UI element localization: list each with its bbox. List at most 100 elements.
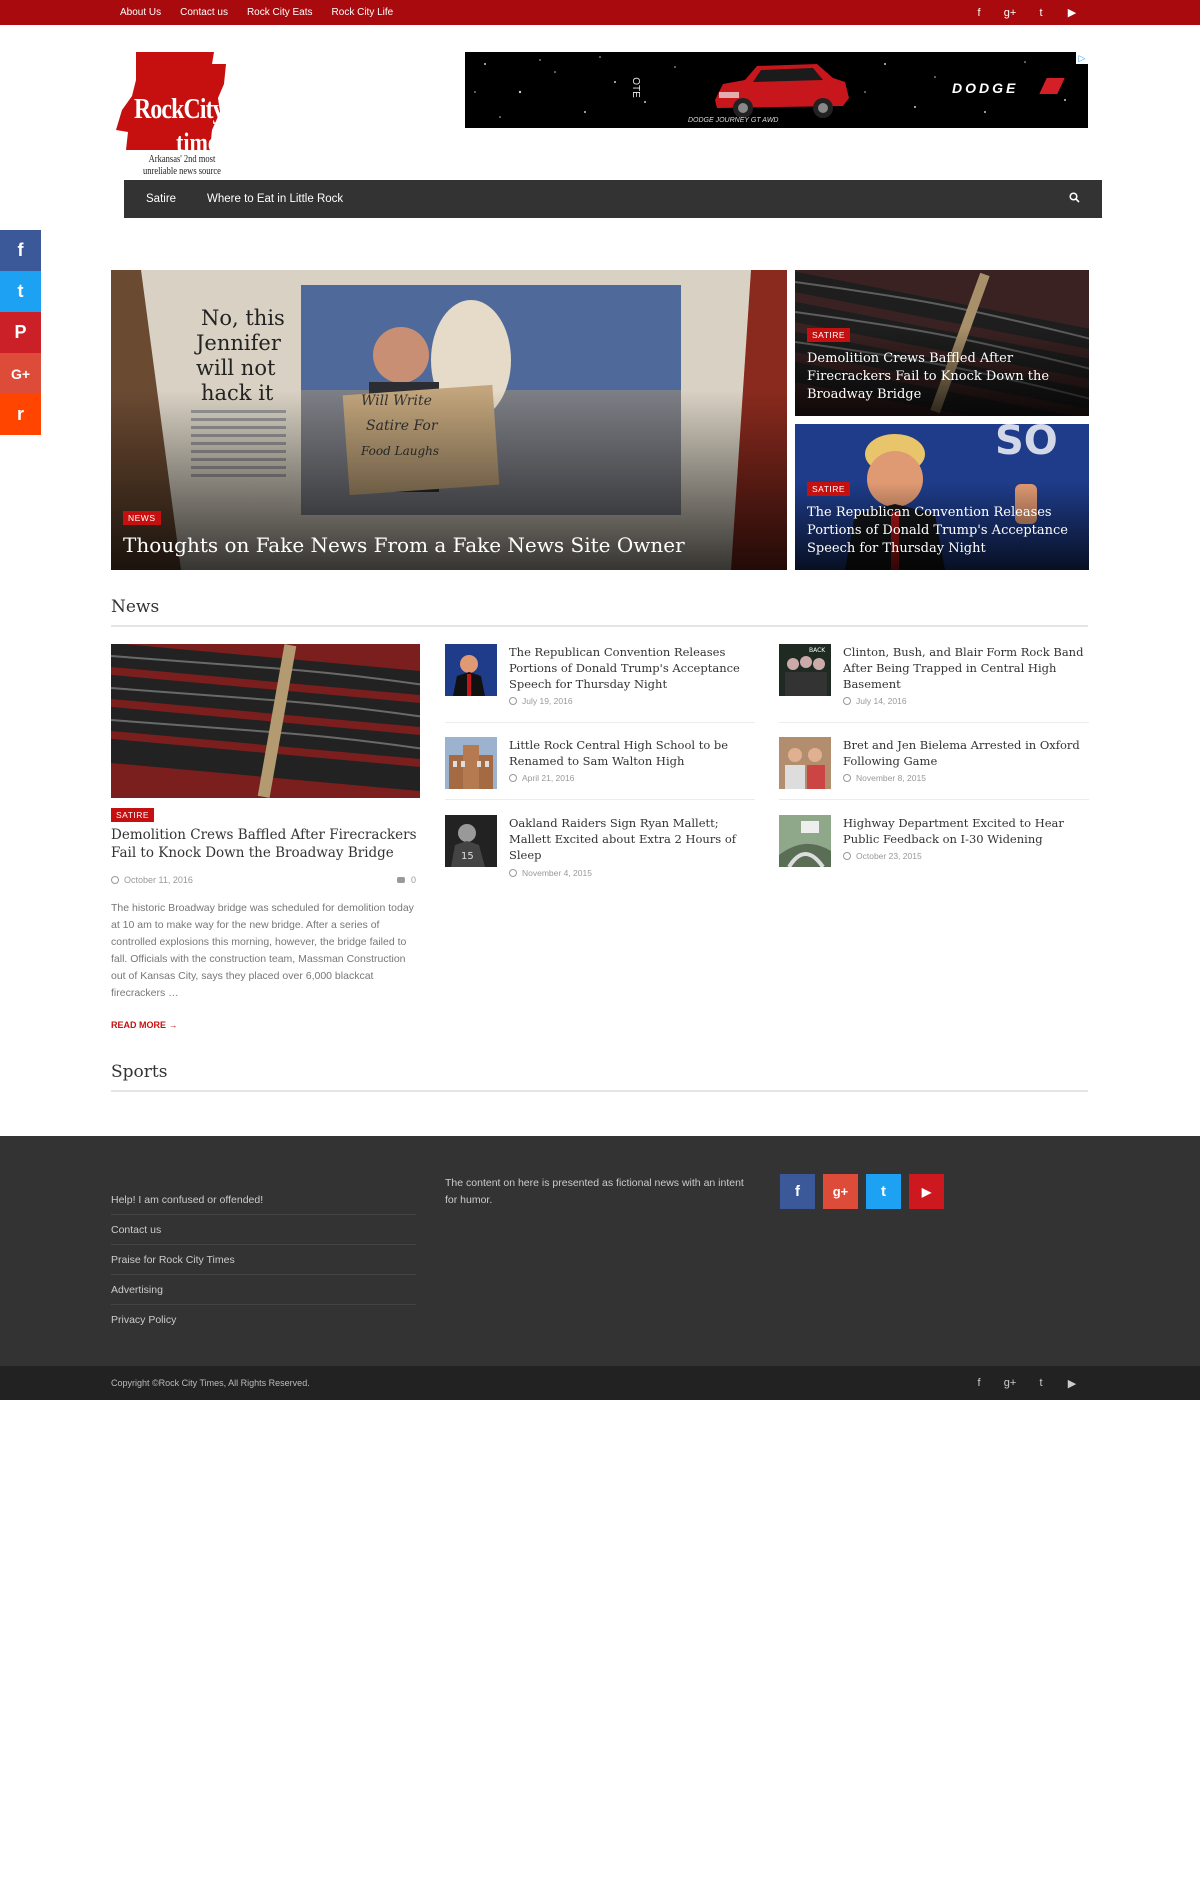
- top-link-rock-city-life[interactable]: Rock City Life: [332, 7, 394, 18]
- main-nav: Satire Where to Eat in Little Rock: [124, 180, 1102, 218]
- nav-item-satire[interactable]: Satire: [146, 180, 176, 218]
- bottom-bar: Copyright ©Rock City Times, All Rights R…: [0, 1366, 1200, 1400]
- list-item-date: April 21, 2016: [522, 773, 575, 783]
- list-item-title[interactable]: Bret and Jen Bielema Arrested in Oxford …: [843, 737, 1089, 769]
- list-item-date: July 14, 2016: [856, 696, 907, 706]
- logo-tagline: Arkansas' 2nd most unreliable news sourc…: [143, 154, 221, 177]
- list-item-title[interactable]: Clinton, Bush, and Blair Form Rock Band …: [843, 644, 1089, 692]
- svg-text:No, this: No, this: [201, 306, 285, 330]
- ad-side-text: OTE: [629, 77, 641, 98]
- footer-youtube-icon[interactable]: ▶: [909, 1174, 944, 1209]
- footer-google-plus-icon[interactable]: g+: [823, 1174, 858, 1209]
- thumbnail-image: 15: [445, 815, 497, 867]
- svg-text:15: 15: [461, 851, 474, 862]
- share-reddit-icon[interactable]: r: [0, 394, 41, 435]
- list-item-title[interactable]: Little Rock Central High School to be Re…: [509, 737, 755, 769]
- hero-side-2-caption: SATIRE The Republican Convention Release…: [807, 479, 1077, 558]
- hero-main-badge[interactable]: NEWS: [123, 511, 161, 525]
- site-logo[interactable]: RockCity times Arkansas' 2nd most unreli…: [114, 50, 234, 182]
- thumbnail-image: [445, 644, 497, 696]
- hero-side-2-title[interactable]: The Republican Convention Releases Porti…: [807, 504, 1077, 558]
- thumbnail-image: [445, 737, 497, 789]
- svg-text:BACK: BACK: [809, 647, 826, 654]
- clock-icon: [509, 774, 517, 782]
- hero-side-1-caption: SATIRE Demolition Crews Baffled After Fi…: [807, 325, 1077, 404]
- facebook-icon[interactable]: f: [972, 7, 986, 19]
- list-item-title[interactable]: The Republican Convention Releases Porti…: [509, 644, 755, 692]
- twitter-icon[interactable]: t: [1034, 7, 1048, 19]
- ad-model-text: DODGE JOURNEY GT AWD: [688, 117, 779, 124]
- footer-link-advertising[interactable]: Advertising: [111, 1284, 416, 1296]
- banner-ad[interactable]: OTE DODGE JOURNEY GT AWD DODGE ▷: [465, 52, 1088, 128]
- clock-icon: [509, 869, 517, 877]
- clock-icon: [509, 697, 517, 705]
- hero-main-title[interactable]: Thoughts on Fake News From a Fake News S…: [123, 532, 775, 558]
- share-pinterest-icon[interactable]: P: [0, 312, 41, 353]
- search-icon[interactable]: [1069, 192, 1080, 206]
- car-image: [715, 64, 849, 118]
- news-feature-image[interactable]: [111, 644, 420, 798]
- youtube-icon[interactable]: ▶: [1065, 1377, 1079, 1390]
- list-item-date: November 8, 2015: [856, 773, 926, 783]
- hero-side-1-badge[interactable]: SATIRE: [807, 328, 851, 342]
- hero-side-2[interactable]: SO SATIRE The Republican Convention Rele…: [795, 424, 1089, 570]
- list-item-title[interactable]: Oakland Raiders Sign Ryan Mallett; Malle…: [509, 815, 755, 863]
- news-section-heading[interactable]: News: [111, 597, 1088, 627]
- clock-icon: [111, 876, 119, 884]
- hero-side-2-badge[interactable]: SATIRE: [807, 482, 851, 496]
- thumbnail-image: BACK: [779, 644, 831, 696]
- clock-icon: [843, 852, 851, 860]
- comment-icon: [396, 877, 405, 883]
- ad-brand: DODGE: [952, 80, 1019, 96]
- top-bar: About Us Contact us Rock City Eats Rock …: [0, 0, 1200, 25]
- list-item-title[interactable]: Highway Department Excited to Hear Publi…: [843, 815, 1089, 847]
- hero-side-1-title[interactable]: Demolition Crews Baffled After Firecrack…: [807, 350, 1077, 404]
- footer-twitter-icon[interactable]: t: [866, 1174, 901, 1209]
- svg-text:Jennifer: Jennifer: [194, 331, 282, 355]
- thumbnail-image: [779, 815, 831, 867]
- read-more-link[interactable]: READ MORE →: [111, 1020, 178, 1030]
- footer-facebook-icon[interactable]: f: [780, 1174, 815, 1209]
- footer-about-text: The content on here is presented as fict…: [445, 1177, 744, 1206]
- hero-side-1[interactable]: SATIRE Demolition Crews Baffled After Fi…: [795, 270, 1089, 416]
- news-feature-title[interactable]: Demolition Crews Baffled After Firecrack…: [111, 826, 421, 862]
- svg-text:SO: SO: [995, 424, 1058, 464]
- list-item-date: July 19, 2016: [522, 696, 573, 706]
- news-feature-meta: October 11, 2016 0: [111, 875, 416, 885]
- clock-icon: [843, 774, 851, 782]
- facebook-icon[interactable]: f: [972, 1377, 986, 1389]
- youtube-icon[interactable]: ▶: [1065, 6, 1079, 19]
- share-facebook-icon[interactable]: f: [0, 230, 41, 271]
- hero-main[interactable]: Will Write Satire For Food Laughs No, th…: [111, 270, 787, 570]
- hero-main-caption: NEWS Thoughts on Fake News From a Fake N…: [123, 508, 775, 558]
- news-feature-comments[interactable]: 0: [396, 875, 416, 885]
- top-link-rock-city-eats[interactable]: Rock City Eats: [247, 7, 313, 18]
- nav-item-where-to-eat[interactable]: Where to Eat in Little Rock: [207, 180, 343, 218]
- clock-icon: [843, 697, 851, 705]
- top-link-about-us[interactable]: About Us: [120, 7, 161, 18]
- list-item-date: October 23, 2015: [856, 851, 922, 861]
- news-feature-excerpt: The historic Broadway bridge was schedul…: [111, 902, 414, 999]
- news-feature-badge[interactable]: SATIRE: [111, 805, 155, 823]
- top-links: About Us Contact us Rock City Eats Rock …: [120, 0, 393, 25]
- news-feature-date: October 11, 2016: [124, 875, 193, 885]
- bottom-social: f g+ t ▶: [972, 1366, 1079, 1400]
- footer-link-contact[interactable]: Contact us: [111, 1224, 416, 1236]
- google-plus-icon[interactable]: g+: [1003, 1377, 1017, 1389]
- logo-line-1: RockCity: [134, 94, 225, 125]
- share-bar: f t P G+ r: [0, 230, 41, 435]
- top-link-contact-us[interactable]: Contact us: [180, 7, 228, 18]
- footer-link-praise[interactable]: Praise for Rock City Times: [111, 1254, 416, 1266]
- svg-text:will not: will not: [196, 356, 276, 380]
- adchoices-icon[interactable]: ▷: [1076, 52, 1088, 64]
- footer-link-help[interactable]: Help! I am confused or offended!: [111, 1194, 416, 1206]
- footer-link-privacy[interactable]: Privacy Policy: [111, 1314, 416, 1326]
- share-twitter-icon[interactable]: t: [0, 271, 41, 312]
- sports-section-heading[interactable]: Sports: [111, 1062, 1088, 1092]
- google-plus-icon[interactable]: g+: [1003, 7, 1017, 19]
- share-google-plus-icon[interactable]: G+: [0, 353, 41, 394]
- footer: Help! I am confused or offended! Contact…: [0, 1136, 1200, 1366]
- twitter-icon[interactable]: t: [1034, 1377, 1048, 1389]
- top-social: f g+ t ▶: [972, 0, 1079, 25]
- copyright-text: Copyright ©Rock City Times, All Rights R…: [111, 1378, 310, 1388]
